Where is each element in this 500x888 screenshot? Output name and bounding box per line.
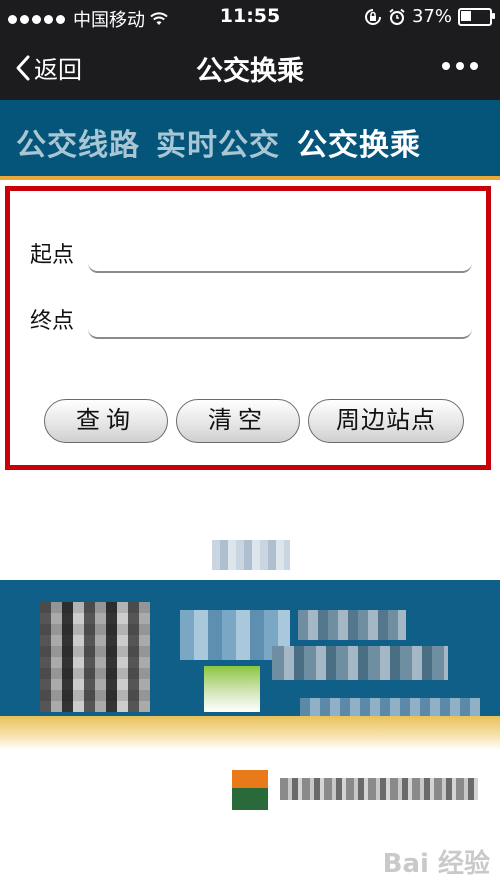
watermark: Bai 经验 [382,849,490,879]
footer-logo [232,770,268,810]
page-title: 公交换乘 [196,56,304,87]
blurred-footer-text [280,778,478,800]
status-bar: 中国移动 11:55 37% [0,0,500,34]
rotation-lock-icon [364,8,381,25]
status-right: 37% [364,6,495,27]
clear-button[interactable]: 清空 [176,399,300,443]
end-input[interactable] [88,307,472,339]
more-menu-icon[interactable] [442,62,478,70]
qr-code [40,602,150,712]
tab-bus-lines[interactable]: 公交线路 [16,120,140,164]
start-input[interactable] [88,241,472,273]
alarm-icon [389,8,405,25]
blurred-heading [298,610,406,640]
battery-icon [458,7,495,26]
start-label: 起点 [30,243,75,268]
promo-banner [0,580,500,750]
blurred-subheading [272,646,448,680]
tab-bus-transfer[interactable]: 公交换乘 [297,120,421,164]
tab-realtime-bus[interactable]: 实时公交 [156,120,280,164]
transfer-form: 起点 终点 查询 清空 周边站点 [5,186,491,470]
banner-stripe [0,716,500,750]
end-label: 终点 [30,309,75,334]
blurred-text [212,540,290,570]
query-button[interactable]: 查询 [44,399,168,443]
nearby-stops-button[interactable]: 周边站点 [308,399,464,443]
blurred-green-icon [204,666,260,712]
nav-bar: 返回 公交换乘 [0,34,500,100]
tab-bar: 公交线路 实时公交 公交换乘 [0,100,500,180]
battery-percent: 37% [411,6,452,27]
